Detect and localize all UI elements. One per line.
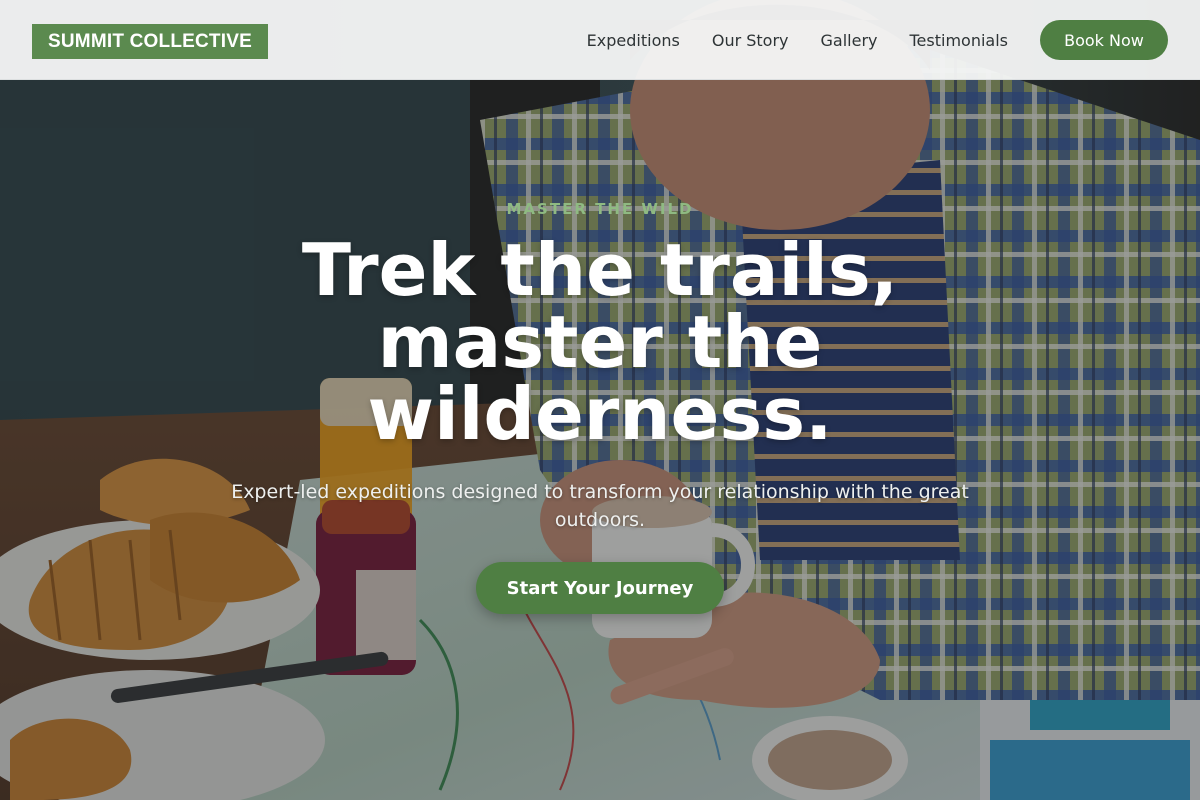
top-navbar: SUMMIT COLLECTIVE Expeditions Our Story … [0, 0, 1200, 80]
hero-subheadline: Expert-led expeditions designed to trans… [231, 481, 969, 531]
start-journey-button[interactable]: Start Your Journey [476, 562, 724, 614]
nav-link-gallery[interactable]: Gallery [821, 31, 878, 50]
hero-headline: Trek the trails, master the wilderness. [301, 228, 899, 456]
main-nav: Expeditions Our Story Gallery Testimonia… [587, 0, 1008, 80]
nav-link-testimonials[interactable]: Testimonials [910, 31, 1009, 50]
brand-logo[interactable]: SUMMIT COLLECTIVE [32, 24, 268, 59]
hero-eyebrow: MASTER THE WILD [506, 200, 694, 218]
nav-link-expeditions[interactable]: Expeditions [587, 31, 680, 50]
nav-link-our-story[interactable]: Our Story [712, 31, 789, 50]
book-now-button[interactable]: Book Now [1040, 20, 1168, 60]
